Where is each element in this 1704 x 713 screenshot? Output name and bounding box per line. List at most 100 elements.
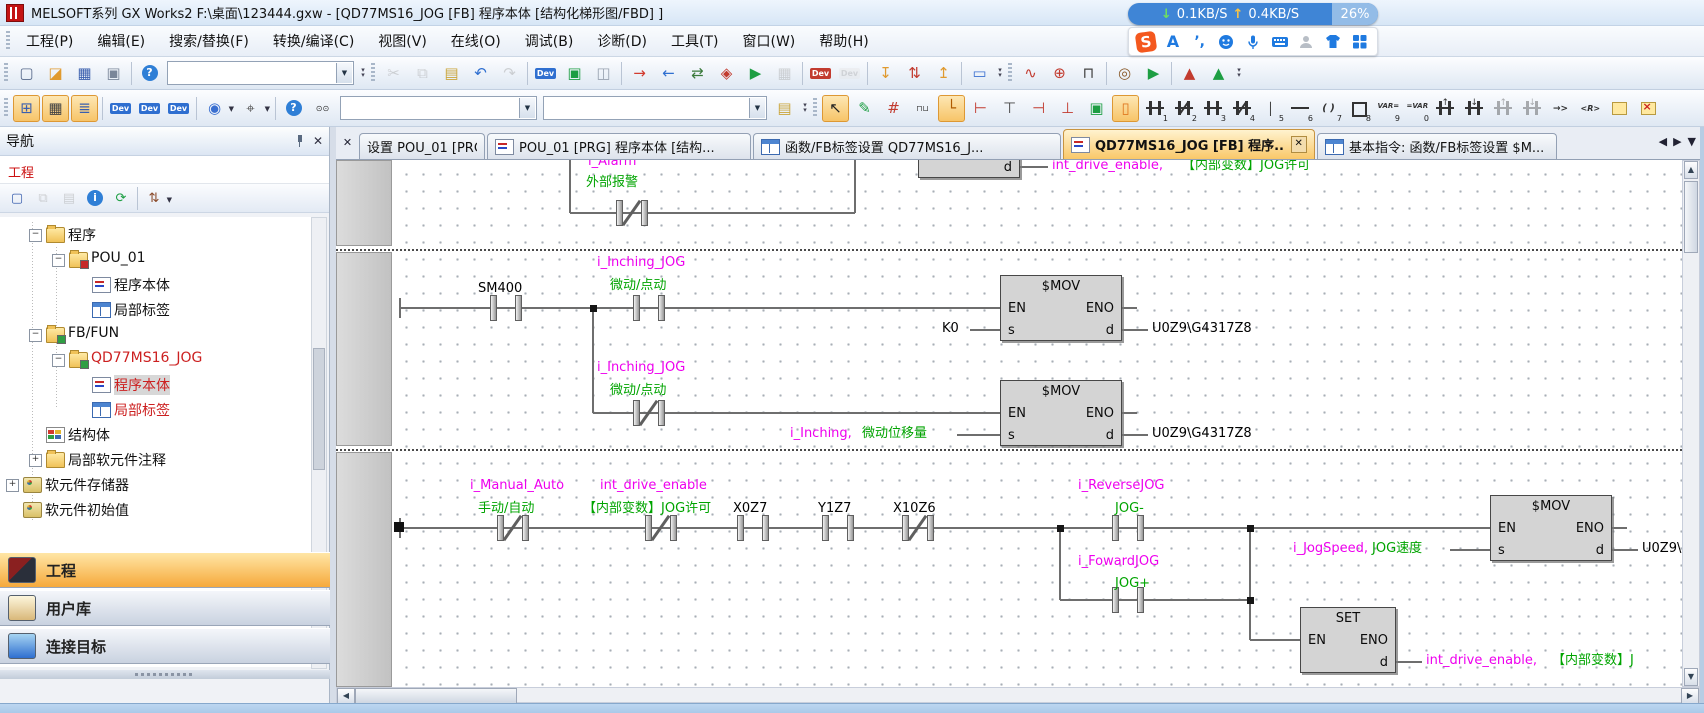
find-target-combo[interactable]: ▼ bbox=[340, 96, 537, 120]
undo-button[interactable]: ↶ bbox=[467, 60, 494, 87]
letter-a-icon[interactable]: A bbox=[1162, 31, 1184, 53]
collapse-box-icon[interactable]: − bbox=[29, 229, 42, 242]
network-margin[interactable] bbox=[336, 160, 392, 246]
tree-item-FB/FUN[interactable]: −FB/FUN bbox=[0, 322, 312, 347]
horizontal-scrollbar-thumb[interactable] bbox=[355, 688, 517, 704]
device-comment-find-button[interactable]: Dev bbox=[107, 95, 134, 122]
open-branch-button[interactable]: 3 bbox=[1199, 95, 1226, 122]
document-tab-4[interactable]: QD77MS16_JOG [FB] 程序...✕ bbox=[1063, 129, 1315, 159]
delete-comment-button[interactable]: × bbox=[1634, 95, 1661, 122]
display-fbd-button[interactable]: ▣ bbox=[1083, 95, 1110, 122]
device-search-button[interactable]: ⌖▼ bbox=[237, 95, 264, 122]
menu-convert-compile[interactable]: 转换/编译(C) bbox=[261, 28, 366, 54]
pin-icon[interactable] bbox=[293, 134, 307, 148]
module-configuration-button[interactable]: ▦ bbox=[42, 95, 69, 122]
toolbar-overflow-1[interactable]: ▾▾ bbox=[357, 61, 369, 86]
toolbar2-grip[interactable] bbox=[4, 98, 8, 118]
tab-scroll-left-icon[interactable]: ◀ bbox=[1659, 135, 1667, 148]
tab-scroll-right-icon[interactable]: ▶ bbox=[1673, 135, 1681, 148]
insert-row-button[interactable]: ⊣ bbox=[1025, 95, 1052, 122]
device-monitor-mode-button[interactable]: Dev bbox=[532, 60, 559, 87]
sort-menu-button[interactable]: ⇅▼ bbox=[142, 186, 166, 210]
menu-window[interactable]: 窗口(W) bbox=[730, 28, 807, 54]
paste-data-button[interactable]: ▤ bbox=[57, 186, 81, 210]
view-button-project[interactable]: 工程 bbox=[0, 552, 330, 588]
set-block[interactable]: SETENENOd bbox=[1300, 607, 1396, 673]
new-project-button[interactable]: ▢ bbox=[13, 60, 40, 87]
skin-icon[interactable] bbox=[1322, 31, 1344, 53]
toolbar1-grip[interactable] bbox=[4, 63, 8, 83]
tree-item-局部标签[interactable]: 局部标签 bbox=[0, 297, 312, 322]
x10z6-contact[interactable] bbox=[900, 515, 936, 541]
scroll-right-button[interactable]: ▶ bbox=[1681, 688, 1699, 704]
stop-monitoring-button[interactable]: ◫ bbox=[590, 60, 617, 87]
find-binoculars-button[interactable]: ⊙⊙ bbox=[309, 95, 336, 122]
find-text-combo-arrow[interactable]: ▼ bbox=[749, 98, 765, 118]
mov-block-1[interactable]: $MOVENENOsd bbox=[1000, 275, 1122, 341]
insert-column-button[interactable]: ⊥ bbox=[1054, 95, 1081, 122]
print-button[interactable]: ▣ bbox=[100, 60, 127, 87]
project-data-combo[interactable]: ▼ bbox=[167, 61, 354, 85]
rising-pulse-button[interactable]: ↑ bbox=[1431, 95, 1458, 122]
network-margin[interactable] bbox=[336, 252, 392, 446]
coil-button[interactable]: ( )7 bbox=[1315, 95, 1342, 122]
mov-block-partial[interactable]: $MOVENENOd bbox=[918, 160, 1020, 178]
select-cursor-button[interactable]: ↖ bbox=[822, 95, 849, 122]
sm400-contact[interactable] bbox=[488, 295, 524, 321]
tree-item-程序[interactable]: −程序 bbox=[0, 222, 312, 247]
account-icon[interactable] bbox=[1295, 31, 1317, 53]
mov-block-2[interactable]: $MOVENENOsd bbox=[1000, 380, 1122, 446]
mov-block-3[interactable]: $MOVENENOsd bbox=[1490, 495, 1612, 561]
expand-box-icon[interactable]: + bbox=[29, 454, 42, 467]
project-data-combo-arrow[interactable]: ▼ bbox=[336, 63, 352, 83]
document-tab-2[interactable]: POU_01 [PRG] 程序本体 [结构... bbox=[487, 133, 751, 159]
menu-edit[interactable]: 编辑(E) bbox=[85, 28, 157, 54]
guided-edit-button[interactable]: # bbox=[880, 95, 907, 122]
output-variable-button[interactable]: =VAR0 bbox=[1402, 95, 1429, 122]
help-2-button[interactable]: ? bbox=[280, 95, 307, 122]
menu-tools[interactable]: 工具(T) bbox=[659, 28, 730, 54]
toolbar-overflow-3[interactable]: ▾▾ bbox=[1233, 61, 1245, 86]
close-contact-button[interactable]: 2 bbox=[1170, 95, 1197, 122]
toolbar-overflow-4[interactable]: ▾▾ bbox=[799, 96, 811, 121]
new-data-button[interactable]: ▢ bbox=[5, 186, 29, 210]
toolbar1-grip[interactable] bbox=[371, 63, 375, 83]
tab-close-icon[interactable]: ✕ bbox=[1291, 136, 1308, 153]
horizontal-scrollbar[interactable]: ◀ ▶ bbox=[336, 687, 1700, 703]
collapse-box-icon[interactable]: − bbox=[52, 254, 65, 267]
export-document-button[interactable]: ↧ bbox=[872, 60, 899, 87]
view-button-connection-destination[interactable]: 连接目标 bbox=[0, 628, 330, 664]
find-target-combo-arrow[interactable]: ▼ bbox=[519, 98, 535, 118]
tree-item-程序本体[interactable]: 程序本体 bbox=[0, 272, 312, 297]
ladder-canvas[interactable]: $MOVENENOd $MOVENENOsd $MOVENENOsd $MOVENEN… bbox=[392, 160, 1682, 687]
rising-pulse-close-button[interactable]: ↑ bbox=[1489, 95, 1516, 122]
comment-box-button[interactable] bbox=[1605, 95, 1632, 122]
network-speed-pill[interactable]: ↓ 0.1KB/S ↑ 0.4KB/S 26% bbox=[1128, 3, 1378, 25]
tree-item-程序本体[interactable]: 程序本体 bbox=[0, 372, 312, 397]
list-display-button[interactable]: ⊓⊔ bbox=[909, 95, 936, 122]
manual-auto-contact[interactable] bbox=[495, 515, 531, 541]
menu-debug[interactable]: 调试(B) bbox=[513, 28, 586, 54]
device-display-off-button[interactable]: Dev bbox=[836, 60, 863, 87]
toolbox-icon[interactable] bbox=[1349, 31, 1371, 53]
falling-pulse-close-button[interactable]: ↓ bbox=[1518, 95, 1545, 122]
scroll-down-button[interactable]: ▼ bbox=[1684, 668, 1698, 686]
reverse-jog-contact[interactable] bbox=[1110, 515, 1146, 541]
save-project-button[interactable]: ▦ bbox=[71, 60, 98, 87]
import-document-button[interactable]: ↥ bbox=[930, 60, 957, 87]
device-display-button[interactable]: Dev bbox=[807, 60, 834, 87]
menu-view[interactable]: 视图(V) bbox=[366, 28, 439, 54]
input-variable-button[interactable]: VAR=9 bbox=[1373, 95, 1400, 122]
selected-cell-cursor[interactable] bbox=[394, 522, 404, 532]
close-icon[interactable]: ✕ bbox=[313, 134, 323, 148]
input-rung-button[interactable]: ⊢ bbox=[967, 95, 994, 122]
watch-window-button[interactable]: ▶ bbox=[1140, 60, 1167, 87]
open-project-button[interactable]: ◪ bbox=[42, 60, 69, 87]
module-diagnostic-button[interactable]: ◈ bbox=[713, 60, 740, 87]
tree-item-POU_01[interactable]: −POU_01 bbox=[0, 247, 312, 272]
collapse-box-icon[interactable]: − bbox=[52, 354, 65, 367]
menu-help[interactable]: 帮助(H) bbox=[807, 28, 880, 54]
outline-window-button[interactable]: ≣ bbox=[71, 95, 98, 122]
navigation-window-button[interactable]: ⊞ bbox=[13, 95, 40, 122]
device-batch-monitor-button[interactable]: ▦ bbox=[771, 60, 798, 87]
